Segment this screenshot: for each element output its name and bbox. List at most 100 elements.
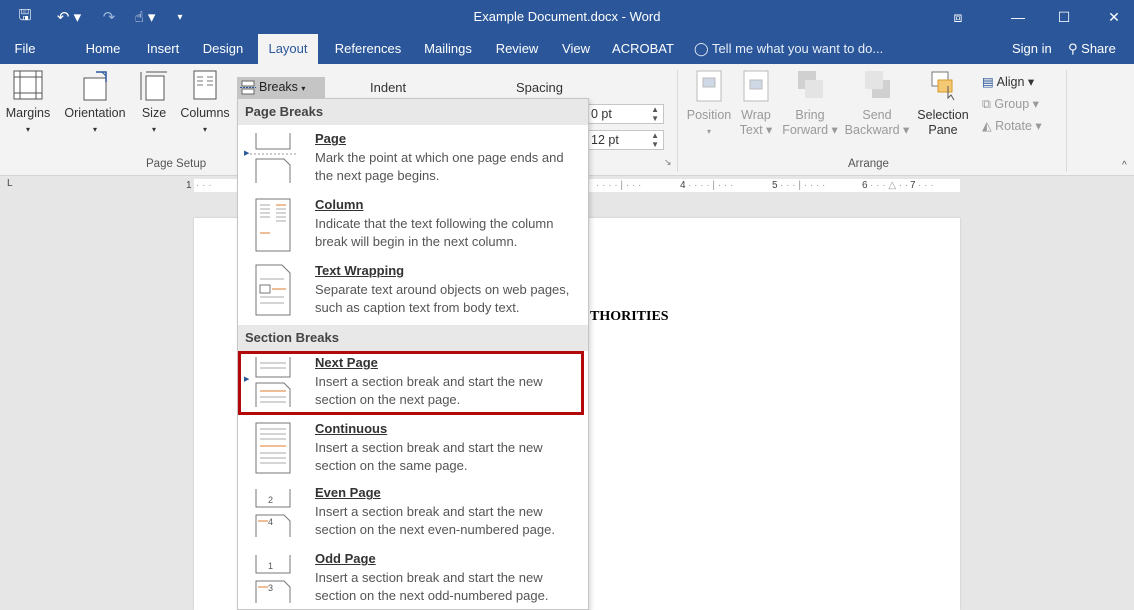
tab-insert[interactable]: Insert bbox=[140, 34, 186, 64]
orientation-button[interactable]: Orientation ▾ bbox=[56, 68, 134, 137]
svg-text:4: 4 bbox=[268, 517, 273, 527]
share-button[interactable]: ⚲ Share bbox=[1068, 34, 1116, 64]
size-icon bbox=[140, 71, 167, 101]
spacing-after-input[interactable]: 12 pt ▲ ▼ bbox=[586, 130, 664, 150]
menu-item-description: Insert a section break and start the new… bbox=[315, 504, 555, 537]
page-break-icon bbox=[250, 133, 296, 183]
spacing-label: Spacing bbox=[516, 80, 563, 95]
columns-button[interactable]: Columns ▾ bbox=[174, 68, 236, 137]
tab-design[interactable]: Design bbox=[198, 34, 248, 64]
menu-item-title: Odd Page bbox=[315, 551, 376, 566]
group-button[interactable]: ⧉ Group ▾ bbox=[982, 96, 1039, 112]
bring-forward-icon bbox=[798, 71, 823, 98]
tab-review[interactable]: Review bbox=[490, 34, 544, 64]
rotate-icon: ◭ bbox=[982, 119, 992, 133]
menu-item-title: Column bbox=[315, 197, 364, 212]
menu-item-title: Page bbox=[315, 131, 347, 146]
spin-arrows-icon: ▲ ▼ bbox=[651, 131, 659, 149]
share-label: Share bbox=[1081, 41, 1116, 56]
paragraph-dialog-launcher-icon[interactable]: ↘ bbox=[664, 157, 672, 168]
indent-label: Indent bbox=[370, 80, 407, 95]
columns-icon bbox=[193, 70, 217, 100]
menu-item-page-break[interactable]: ▶ Page Mark the point at which one page … bbox=[238, 131, 588, 191]
ruler-mark: 5 bbox=[772, 180, 778, 191]
menu-item-title: Text Wrapping bbox=[315, 263, 405, 278]
tab-view[interactable]: View bbox=[556, 34, 596, 64]
selection-pane-icon bbox=[931, 71, 955, 101]
even-page-break-icon: 24 bbox=[255, 489, 291, 537]
close-icon[interactable]: ✕ bbox=[1094, 0, 1134, 34]
bring-forward-button[interactable]: Bring Forward ▾ bbox=[778, 68, 842, 138]
person-icon: ⚲ bbox=[1068, 41, 1078, 56]
tab-references[interactable]: References bbox=[328, 34, 408, 64]
ribbon-tabs: File Home Insert Design Layout Reference… bbox=[0, 34, 1134, 64]
menu-item-description: Insert a section break and start the new… bbox=[315, 570, 549, 603]
tab-file[interactable]: File bbox=[0, 34, 50, 64]
align-icon: ▤ bbox=[982, 75, 994, 89]
position-icon bbox=[696, 70, 722, 102]
menu-item-even-page-break[interactable]: 24 Even Page Insert a section break and … bbox=[238, 485, 588, 545]
selection-pane-button[interactable]: Selection Pane bbox=[914, 68, 972, 138]
menu-item-description: Indicate that the text following the col… bbox=[315, 216, 554, 249]
tab-selector[interactable]: L bbox=[7, 178, 13, 189]
document-heading-fragment: THORITIES bbox=[590, 309, 669, 324]
size-label: Size bbox=[141, 106, 167, 120]
margins-button[interactable]: Margins ▾ bbox=[0, 68, 56, 137]
spacing-after-value: 12 pt bbox=[591, 133, 619, 147]
orientation-icon bbox=[83, 71, 107, 101]
ruler-mark: 4 bbox=[680, 180, 686, 191]
margins-label: Margins bbox=[5, 106, 51, 120]
position-label: Position bbox=[686, 108, 732, 122]
align-button[interactable]: ▤ Align ▾ bbox=[982, 74, 1034, 89]
ruler-mark: 6 bbox=[862, 180, 868, 191]
ribbon-display-options-icon[interactable]: ⧈ bbox=[938, 0, 978, 34]
margins-icon bbox=[13, 70, 43, 100]
menu-item-title: Continuous bbox=[315, 421, 388, 436]
breaks-menu: Page Breaks ▶ Page Mark the point at whi… bbox=[237, 98, 589, 610]
section-breaks-header: Section Breaks bbox=[238, 325, 588, 351]
continuous-break-icon bbox=[255, 422, 291, 474]
align-label: Align bbox=[996, 75, 1025, 89]
column-break-icon bbox=[255, 198, 291, 252]
text-wrapping-break-icon bbox=[255, 264, 291, 316]
menu-item-title: Even Page bbox=[315, 485, 381, 500]
svg-text:1: 1 bbox=[268, 561, 273, 571]
wrap-text-icon bbox=[743, 70, 769, 102]
lightbulb-icon: ◯ bbox=[694, 41, 709, 56]
minimize-icon[interactable]: — bbox=[998, 0, 1038, 34]
rotate-button[interactable]: ◭ Rotate ▾ bbox=[982, 118, 1042, 133]
collapse-ribbon-icon[interactable]: ^ bbox=[1122, 160, 1127, 171]
position-button[interactable]: Position ▾ bbox=[682, 68, 736, 139]
group-icon: ⧉ bbox=[982, 97, 991, 111]
menu-item-continuous-break[interactable]: Continuous Insert a section break and st… bbox=[238, 421, 588, 481]
svg-text:2: 2 bbox=[268, 495, 273, 505]
size-button[interactable]: Size ▾ bbox=[134, 68, 174, 137]
wrap-text-button[interactable]: Wrap Text ▾ bbox=[736, 68, 776, 138]
tab-home[interactable]: Home bbox=[78, 34, 128, 64]
maximize-icon[interactable]: ☐ bbox=[1044, 0, 1084, 34]
tab-layout[interactable]: Layout bbox=[258, 34, 318, 64]
spacing-before-value: 0 pt bbox=[591, 107, 612, 121]
spacing-before-input[interactable]: 0 pt ▲ ▼ bbox=[586, 104, 664, 124]
orientation-label: Orientation bbox=[64, 106, 126, 120]
tab-mailings[interactable]: Mailings bbox=[416, 34, 480, 64]
page-setup-group-label: Page Setup bbox=[146, 158, 207, 170]
menu-item-column-break[interactable]: Column Indicate that the text following … bbox=[238, 197, 588, 257]
breaks-icon bbox=[240, 80, 256, 95]
sign-in-link[interactable]: Sign in bbox=[1012, 34, 1052, 64]
arrange-group-label: Arrange bbox=[848, 158, 889, 170]
group-label: Group bbox=[994, 97, 1030, 111]
group-separator bbox=[677, 70, 678, 172]
menu-item-description: Separate text around objects on web page… bbox=[315, 282, 570, 315]
menu-item-odd-page-break[interactable]: 13 Odd Page Insert a section break and s… bbox=[238, 551, 588, 610]
send-backward-button[interactable]: Send Backward ▾ bbox=[844, 68, 910, 138]
tab-acrobat[interactable]: ACROBAT bbox=[608, 34, 678, 64]
breaks-label: Breaks bbox=[259, 80, 298, 94]
ruler-mark: 1 bbox=[186, 180, 192, 191]
breaks-button[interactable]: Breaks ▾ bbox=[237, 77, 325, 98]
group-separator bbox=[1066, 70, 1067, 172]
spin-arrows-icon: ▲ ▼ bbox=[651, 105, 659, 123]
tell-me-search[interactable]: ◯ Tell me what you want to do... bbox=[694, 34, 883, 64]
menu-item-text-wrapping-break[interactable]: Text Wrapping Separate text around objec… bbox=[238, 263, 588, 323]
menu-item-description: Mark the point at which one page ends an… bbox=[315, 150, 564, 183]
